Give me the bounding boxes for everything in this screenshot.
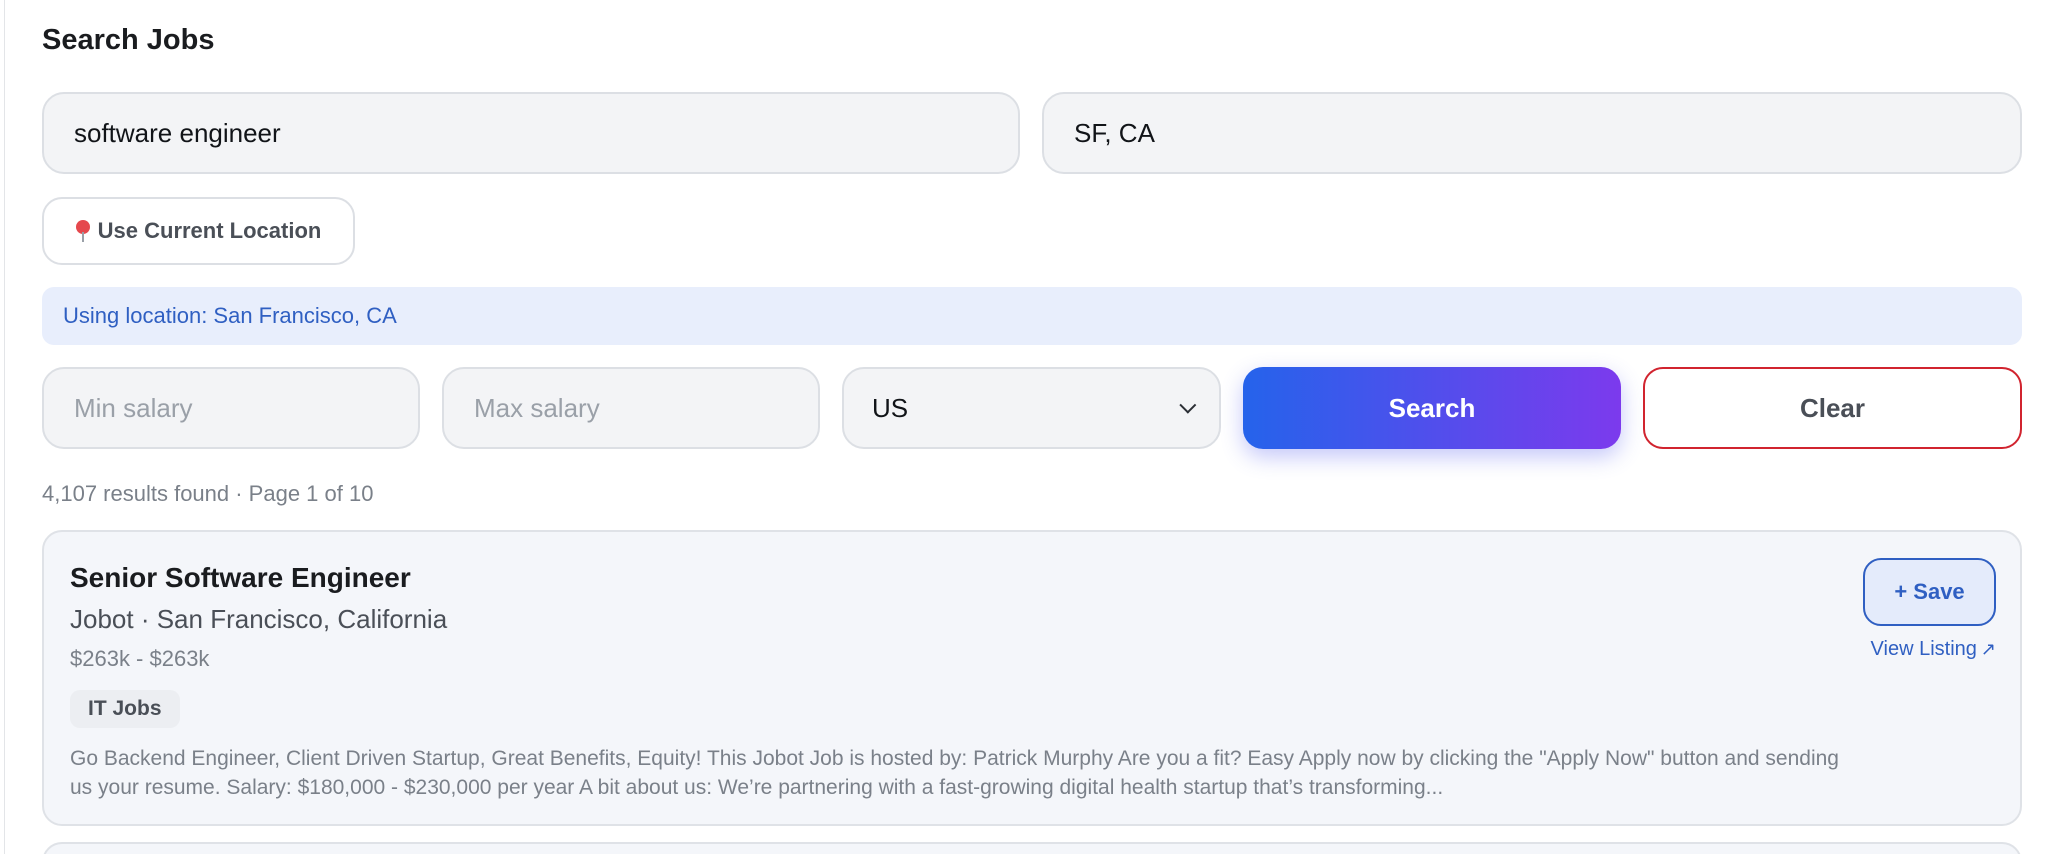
job-company-location: Jobot · San Francisco, California: [70, 604, 448, 634]
search-button[interactable]: Search: [1243, 367, 1621, 449]
external-arrow-icon: ↗: [1980, 639, 1996, 659]
page-title: Search Jobs: [42, 24, 215, 56]
view-listing-label: View Listing: [1870, 638, 1977, 660]
location-input[interactable]: [1042, 92, 2022, 174]
job-card: Senior Software Engineer Jobot · San Fra…: [42, 530, 2022, 826]
country-select-value: US: [872, 392, 909, 423]
chevron-down-icon: [1179, 396, 1197, 414]
map-pin-icon: [75, 220, 90, 242]
use-current-location-button[interactable]: Use Current Location: [42, 197, 355, 265]
job-category-tag: IT Jobs: [70, 690, 180, 728]
location-banner: Using location: San Francisco, CA: [42, 287, 2022, 345]
job-card-next: [42, 842, 2022, 854]
save-job-button[interactable]: + Save: [1863, 558, 1996, 626]
results-summary: 4,107 results found · Page 1 of 10: [42, 481, 374, 506]
window-left-edge: [4, 0, 5, 854]
job-salary: $263k - $263k: [70, 646, 210, 671]
clear-button[interactable]: Clear: [1643, 367, 2022, 449]
job-title: Senior Software Engineer: [70, 562, 411, 593]
country-select[interactable]: US: [842, 367, 1221, 449]
search-jobs-panel: Search Jobs Use Current Location Using l…: [42, 0, 2022, 854]
job-description: Go Backend Engineer, Client Driven Start…: [70, 747, 1839, 799]
view-listing-link[interactable]: View Listing ↗: [1871, 638, 1996, 661]
keyword-input[interactable]: [42, 92, 1020, 174]
use-current-location-label: Use Current Location: [97, 218, 322, 243]
max-salary-input[interactable]: [442, 367, 820, 449]
min-salary-input[interactable]: [42, 367, 420, 449]
